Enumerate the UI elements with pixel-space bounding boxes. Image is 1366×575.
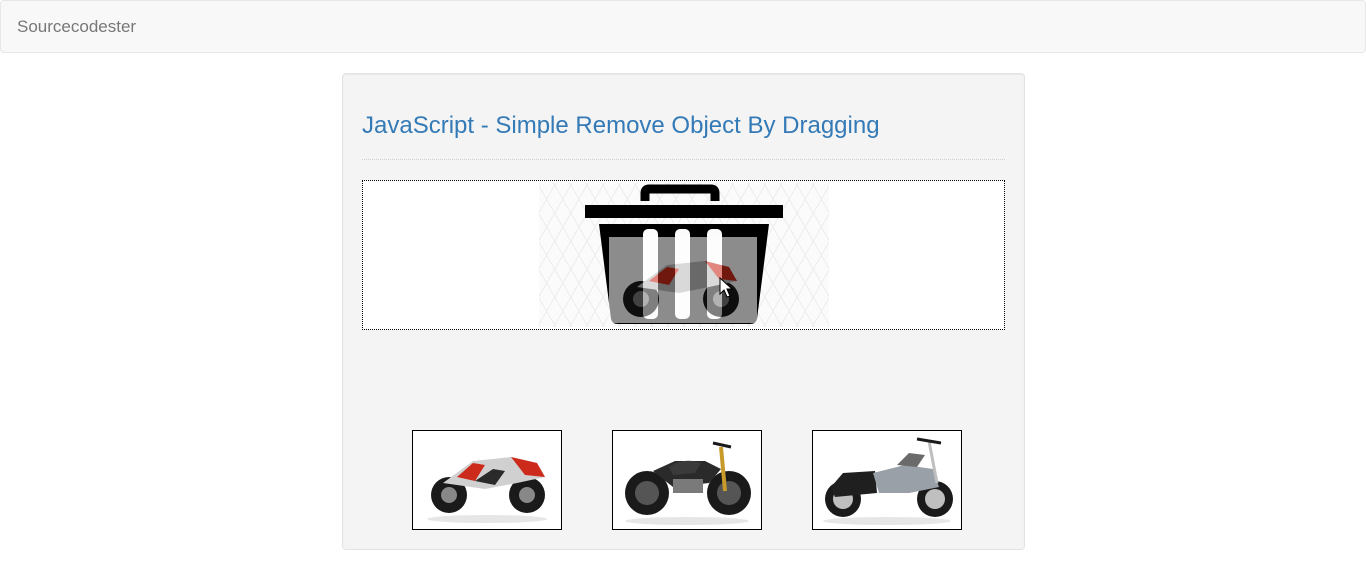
pointer-cursor-icon bbox=[719, 277, 733, 298]
trash-drop-zone[interactable] bbox=[362, 180, 1005, 330]
navbar: Sourcecodester bbox=[0, 0, 1366, 53]
sport-motorcycle-image[interactable] bbox=[412, 430, 562, 530]
title-divider bbox=[362, 159, 1005, 160]
touring-motorcycle-image[interactable] bbox=[812, 430, 962, 530]
brand-link[interactable]: Sourcecodester bbox=[17, 17, 136, 37]
page-title: JavaScript - Simple Remove Object By Dra… bbox=[362, 112, 880, 139]
main-panel: JavaScript - Simple Remove Object By Dra… bbox=[342, 73, 1025, 550]
dragged-motorcycle-image[interactable] bbox=[609, 237, 757, 323]
naked-motorcycle-image[interactable] bbox=[612, 430, 762, 530]
